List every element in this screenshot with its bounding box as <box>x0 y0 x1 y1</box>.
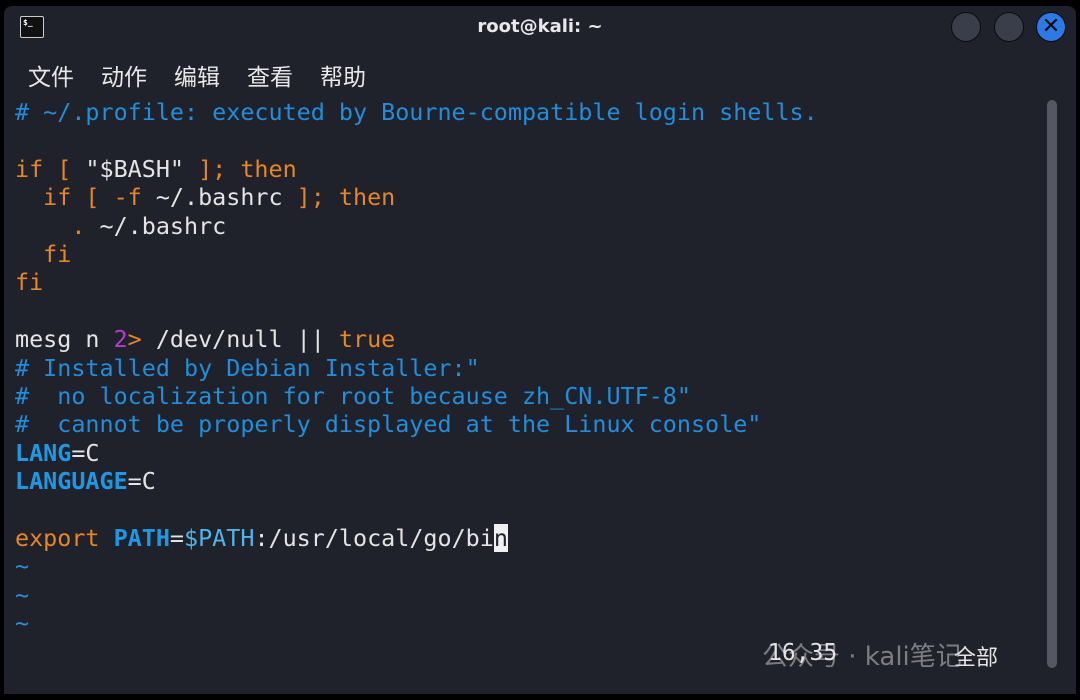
code-token: ~/.bashrc <box>99 211 227 240</box>
editor-line: # no localization for root because zh_CN… <box>15 382 818 410</box>
editor-line: # ~/.profile: executed by Bourne-compati… <box>15 98 818 126</box>
editor-line: fi <box>15 240 818 268</box>
menu-bar: 文件 动作 编辑 查看 帮助 <box>28 58 366 92</box>
cursor-position: 16,35 <box>768 640 838 666</box>
close-icon: ✕ <box>1041 14 1061 39</box>
code-token: = <box>169 523 185 552</box>
code-token: LANGUAGE <box>15 467 128 496</box>
code-token: /dev/null || <box>141 325 339 354</box>
vim-editor[interactable]: # ~/.profile: executed by Bourne-compati… <box>15 98 818 637</box>
maximize-button[interactable] <box>994 12 1024 42</box>
code-token: # cannot be properly displayed at the Li… <box>15 410 762 439</box>
code-token: fi <box>15 268 44 297</box>
code-token: if [ <box>15 154 86 183</box>
text-cursor: n <box>493 523 508 552</box>
code-token: > <box>127 325 142 354</box>
menu-action[interactable]: 动作 <box>101 58 147 92</box>
code-token: $PATH <box>184 523 255 552</box>
code-token: =C <box>127 467 156 496</box>
editor-line: if [ -f ~/.bashrc ]; then <box>15 183 818 211</box>
menu-file[interactable]: 文件 <box>28 58 74 92</box>
code-token: :/usr/local/go/bi <box>254 523 494 552</box>
code-token: export <box>15 523 114 552</box>
code-token: fi <box>15 239 72 268</box>
editor-line: # Installed by Debian Installer:" <box>15 354 818 382</box>
close-button[interactable]: ✕ <box>1036 12 1066 42</box>
scroll-position: 全部 <box>954 646 999 671</box>
editor-line: fi <box>15 268 818 296</box>
code-token: mesg n <box>15 325 114 354</box>
window-title: root@kali: ~ <box>477 16 603 37</box>
code-token: # Installed by Debian Installer:" <box>15 353 480 382</box>
title-bar: $_ root@kali: ~ ✕ <box>4 6 1076 50</box>
code-token: # ~/.profile: executed by Bourne-compati… <box>15 98 818 126</box>
editor-line: export PATH=$PATH:/usr/local/go/bin <box>15 523 818 552</box>
code-token: "$BASH" <box>85 154 184 183</box>
code-token: =C <box>71 438 100 467</box>
editor-line: if [ "$BASH" ]; then <box>15 155 818 183</box>
editor-line: LANG=C <box>15 439 818 467</box>
editor-line: ~ <box>15 581 818 609</box>
code-token: true <box>338 325 396 354</box>
code-token: # no localization for root because zh_CN… <box>15 381 691 410</box>
menu-edit[interactable]: 编辑 <box>174 58 220 92</box>
code-token: ~ <box>15 580 30 609</box>
minimize-button[interactable] <box>951 12 981 42</box>
editor-line: LANGUAGE=C <box>15 467 818 495</box>
code-token: ]; then <box>282 183 396 212</box>
code-token: PATH <box>113 523 170 552</box>
menu-view[interactable]: 查看 <box>247 58 293 92</box>
menu-help[interactable]: 帮助 <box>320 58 366 92</box>
code-token: ~ <box>15 552 30 581</box>
editor-line: . ~/.bashrc <box>15 212 818 240</box>
code-token: ~ <box>15 609 30 638</box>
code-token: if [ -f <box>15 183 156 212</box>
code-token: ]; then <box>184 154 297 183</box>
code-token: 2 <box>113 325 128 354</box>
editor-line: ~ <box>15 552 818 580</box>
code-token: . <box>15 211 100 240</box>
editor-line: mesg n 2> /dev/null || true <box>15 325 818 353</box>
code-token: LANG <box>15 438 72 467</box>
code-token: ~/.bashrc <box>155 183 283 212</box>
scrollbar[interactable] <box>1047 100 1057 668</box>
editor-line: ~ <box>15 609 818 637</box>
editor-line: # cannot be properly displayed at the Li… <box>15 410 818 438</box>
